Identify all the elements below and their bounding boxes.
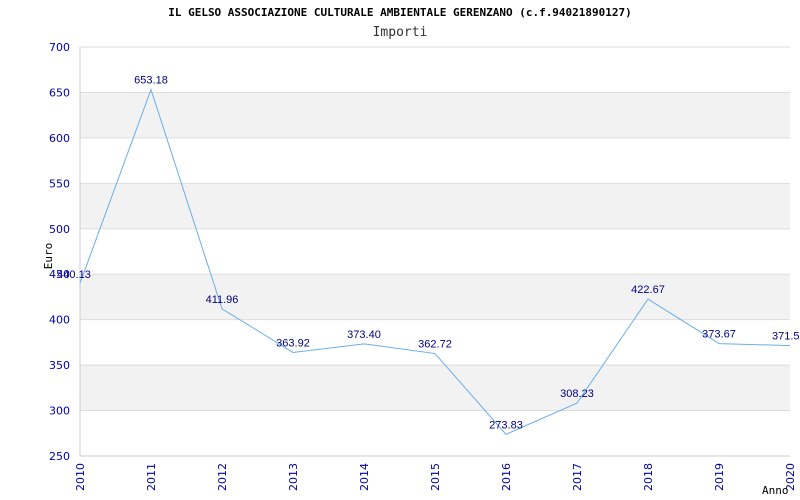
- data-label: 422.67: [631, 284, 665, 296]
- x-tick-label: 2013: [287, 463, 300, 491]
- line-chart: 250300350400450500550600650700 2010 2011 2…: [42, 41, 800, 497]
- grid-band: [80, 365, 790, 411]
- data-label: 362.72: [418, 339, 452, 351]
- y-tick-label: 600: [49, 132, 70, 145]
- data-label: 308.23: [560, 388, 594, 400]
- y-tick-label: 500: [49, 223, 70, 236]
- data-label: 653.18: [134, 75, 168, 87]
- x-tick-label: 2019: [713, 463, 726, 491]
- data-label: 363.92: [276, 337, 310, 349]
- y-tick-label: 650: [49, 86, 70, 99]
- y-tick-label: 700: [49, 41, 70, 54]
- data-label: 371.5: [772, 331, 800, 343]
- y-tick-label: 350: [49, 359, 70, 372]
- y-tick-label: 400: [49, 314, 70, 327]
- x-axis-label: Anno: [762, 484, 789, 497]
- data-label: 373.40: [347, 329, 381, 341]
- x-tick-label: 2010: [74, 463, 87, 491]
- x-tick-label: 2015: [429, 463, 442, 491]
- data-label: 411.96: [206, 294, 239, 306]
- x-tick-label: 2016: [500, 463, 513, 491]
- data-label: 373.67: [702, 329, 736, 341]
- x-tick-label: 2017: [571, 463, 584, 491]
- grid-band: [80, 274, 790, 320]
- data-label: 273.83: [489, 419, 523, 431]
- grid-band: [80, 92, 790, 138]
- y-tick-label: 250: [49, 450, 70, 463]
- x-tick-label: 2012: [216, 463, 229, 491]
- x-tick-label: 2018: [642, 463, 655, 491]
- y-axis-label: Euro: [42, 243, 55, 270]
- grid-band: [80, 183, 790, 229]
- y-tick-label: 300: [49, 405, 70, 418]
- data-label: 440.13: [57, 269, 91, 281]
- x-tick-label: 2011: [145, 463, 158, 491]
- y-tick-label: 550: [49, 177, 70, 190]
- x-tick-label: 2014: [358, 463, 371, 491]
